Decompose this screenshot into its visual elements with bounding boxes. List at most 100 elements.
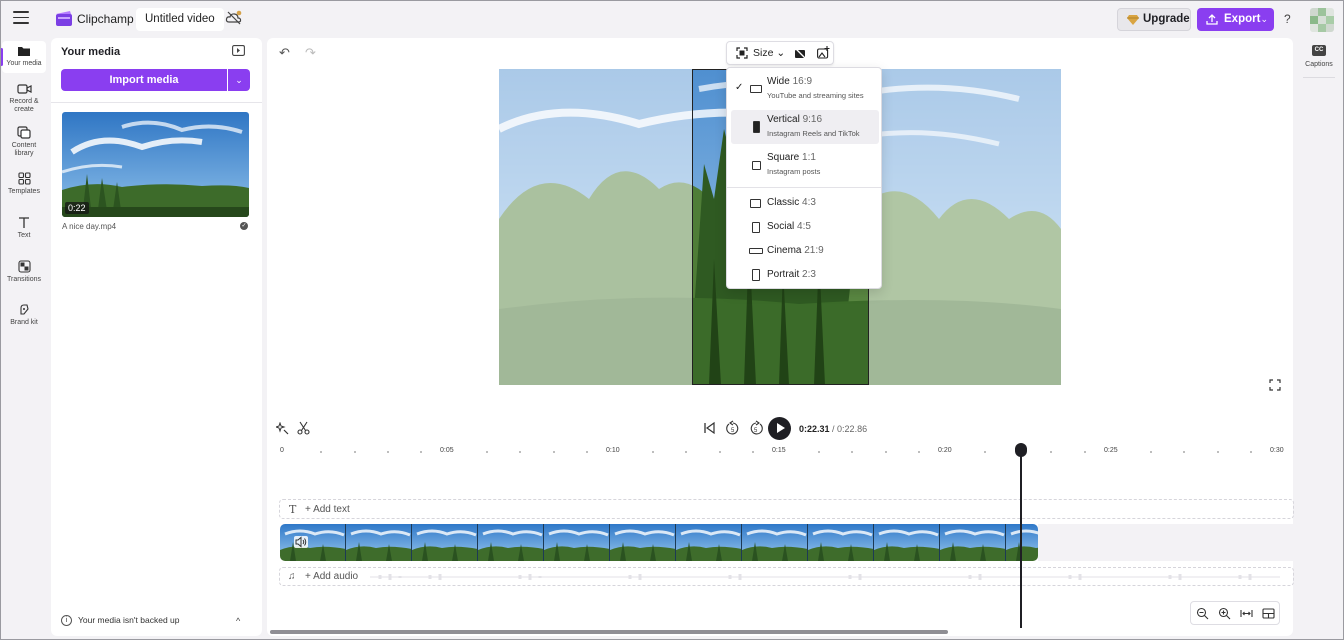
portrait-ratio-icon [752,269,760,281]
size-option-classic[interactable]: Classic 4:3 [731,192,879,214]
redo-icon[interactable]: ↷ [305,45,316,61]
rail-label: Transitions [7,276,41,283]
image-add-icon[interactable] [817,46,830,59]
size-dropdown[interactable]: Size ⌄ [753,47,785,59]
ruler-label: 0:05 [440,447,454,454]
zoom-in-icon[interactable] [1218,607,1231,620]
rail-item-text[interactable]: Text [2,216,46,240]
size-option-wide[interactable]: ✓ Wide 16:9 YouTube and streaming sites [731,72,879,106]
media-panel-title: Your media [61,46,121,58]
media-thumbnail[interactable]: 0:22 [62,112,249,217]
rail-item-brand-kit[interactable]: Brand kit [2,303,46,327]
add-audio-track[interactable]: ♫ + Add audio [279,567,1294,586]
cloud-off-icon[interactable] [225,10,243,26]
timeline-scrollbar[interactable] [270,630,948,634]
checkmark-icon: ✓ [735,82,744,93]
rail-item-content-library[interactable]: Content library [2,126,46,158]
ruler-dot [354,451,356,453]
timeline-layout-icon[interactable] [1262,607,1275,620]
social-ratio-icon [752,222,760,233]
ruler-label: 0:10 [606,447,620,454]
forward-5-icon[interactable]: 5 [749,420,763,435]
fullscreen-icon[interactable] [1269,379,1281,391]
add-text-label: + Add text [305,504,350,515]
size-option-vertical[interactable]: Vertical 9:16 Instagram Reels and TikTok [731,110,879,144]
templates-icon [17,172,31,185]
project-title[interactable]: Untitled video [136,8,224,31]
import-dropdown-button[interactable]: ⌄ [228,69,250,91]
option-ratio: 2:3 [802,269,816,280]
option-desc: Instagram posts [767,167,821,176]
size-option-portrait[interactable]: Portrait 2:3 [731,264,879,286]
right-rail [1298,38,1344,640]
zoom-out-icon[interactable] [1196,607,1209,620]
avatar[interactable] [1310,8,1334,32]
option-ratio: 1:1 [802,152,816,163]
ruler-dot [851,451,853,453]
backup-notice[interactable]: i Your media isn't backed up [61,615,180,627]
ruler-dot [1050,451,1052,453]
size-option-cinema[interactable]: Cinema 21:9 [731,240,879,262]
play-button[interactable] [768,417,791,440]
help-icon[interactable]: ? [1284,12,1291,26]
captions-label[interactable]: Captions [1303,61,1335,68]
rail-item-templates[interactable]: Templates [2,172,46,196]
option-desc: Instagram Reels and TikTok [767,129,860,138]
menu-icon[interactable] [13,11,29,25]
ruler-dot [1084,451,1086,453]
upload-icon [1206,14,1218,25]
brand-kit-icon [19,304,29,315]
video-clip[interactable] [280,524,1038,561]
import-media-button[interactable]: Import media [61,69,227,91]
fit-to-width-icon[interactable] [1240,607,1253,620]
skip-to-start-icon[interactable] [703,421,716,435]
option-name: Wide [767,76,790,87]
ruler-label: 0 [280,447,284,454]
file-name: A nice day.mp4 [62,222,117,231]
add-text-track[interactable]: T + Add text [279,499,1294,519]
left-rail: Your media Record & create Content libra… [0,38,48,640]
magic-sparkle-icon[interactable] [276,422,289,435]
ruler-dot [1217,451,1219,453]
export-button[interactable]: Export ⌄ [1197,8,1274,31]
size-option-social[interactable]: Social 4:5 [731,216,879,238]
export-dropdown-icon[interactable]: ⌄ [1260,8,1268,31]
ruler-dot [1183,451,1185,453]
rail-item-transitions[interactable]: Transitions [2,260,46,284]
current-time: 0:22.31 [799,424,830,434]
audio-waveform-placeholder [370,574,1280,580]
rail-item-record-create[interactable]: Record & create [2,83,46,114]
ruler-dot [818,451,820,453]
option-name: Cinema [767,245,802,256]
size-option-square[interactable]: Square 1:1 Instagram posts [731,148,879,182]
zoom-controls [1190,601,1280,625]
app-name: Clipchamp [77,12,134,26]
svg-text:5: 5 [754,428,758,434]
captions-icon[interactable]: CC [1312,45,1326,56]
info-icon: i [61,615,72,627]
background-remove-icon[interactable] [794,47,806,59]
classic-ratio-icon [750,199,761,208]
playhead-handle[interactable] [1015,443,1027,457]
ruler-label: 0:15 [772,447,786,454]
playhead[interactable] [1020,451,1022,628]
chevron-up-icon[interactable]: ^ [236,616,240,626]
collapse-panel-icon[interactable] [232,45,245,56]
time-separator: / [829,424,838,434]
library-icon [17,126,31,139]
rail-item-your-media[interactable]: Your media [0,41,46,73]
square-ratio-icon [752,161,761,170]
divider [51,102,262,103]
total-time: 0:22.86 [837,424,868,434]
wide-ratio-icon [750,85,762,93]
volume-icon[interactable] [294,536,308,548]
option-ratio: 4:5 [797,221,811,232]
scissors-icon[interactable] [297,421,310,435]
upgrade-button[interactable]: Upgrade [1117,8,1191,31]
vertical-ratio-icon [753,121,760,133]
ruler-dot [1150,451,1152,453]
ruler-label: 0:30 [1270,447,1284,454]
ruler-dot [984,451,986,453]
undo-icon[interactable]: ↶ [279,45,290,61]
rewind-5-icon[interactable]: 5 [726,420,740,435]
